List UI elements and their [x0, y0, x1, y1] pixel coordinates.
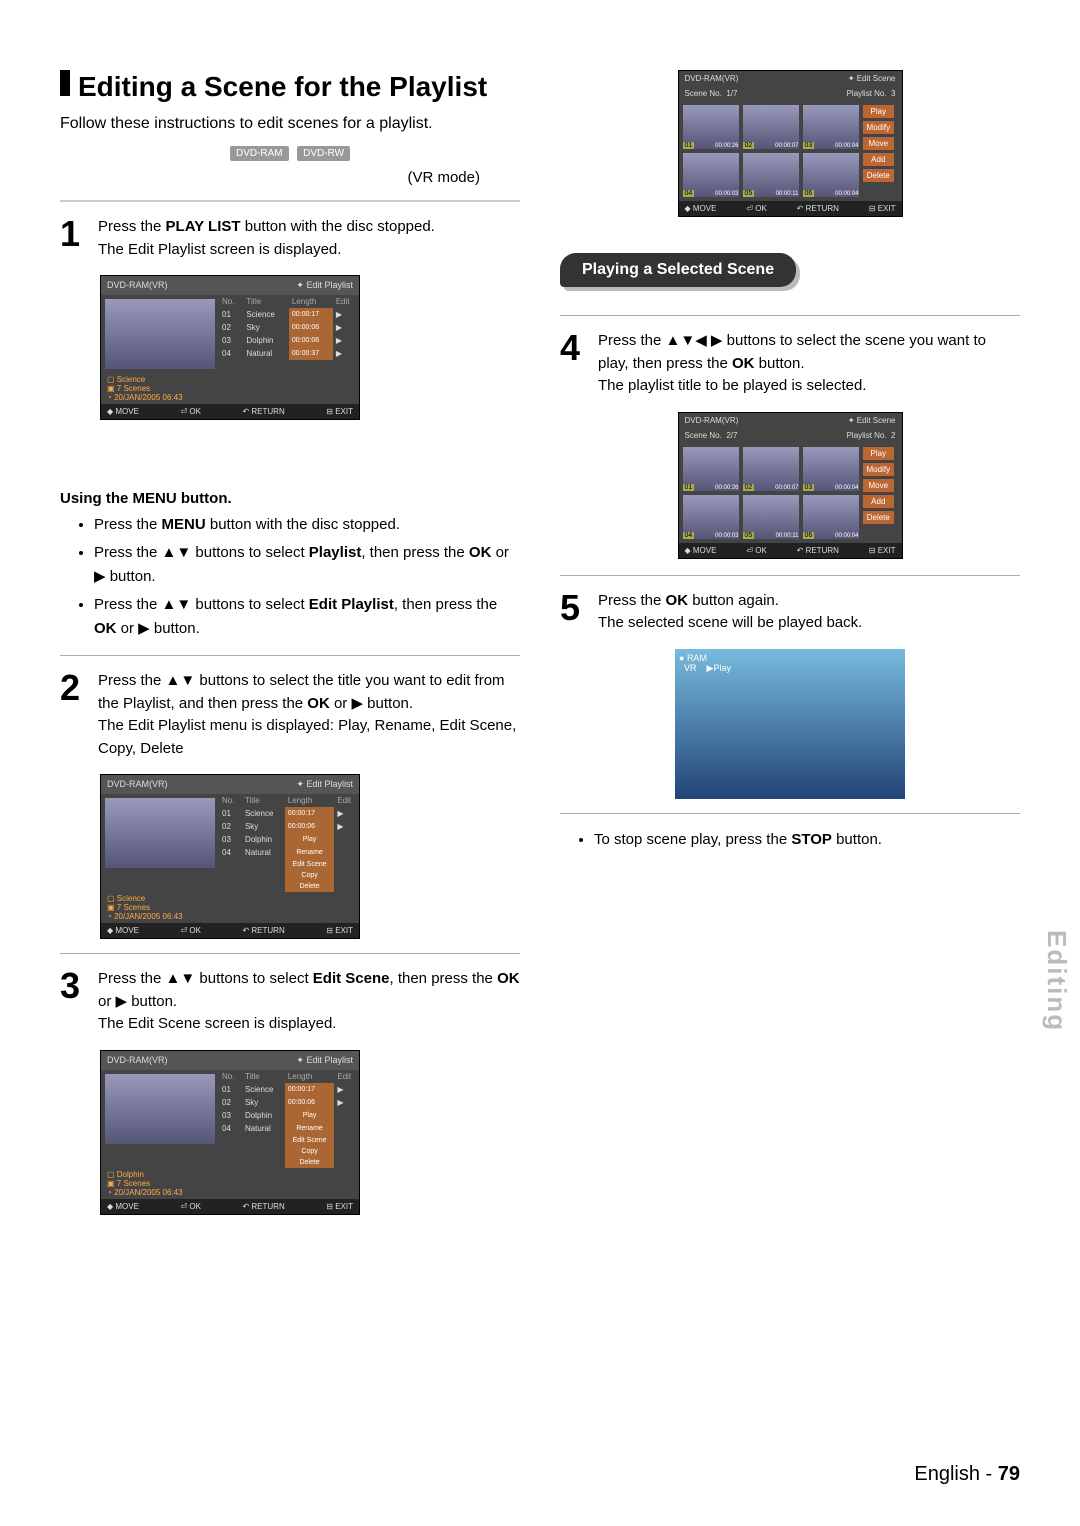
- menu-subhead: Using the MENU button.: [60, 490, 520, 507]
- step-5: 5 Press the OK button again. The selecte…: [560, 590, 1020, 635]
- disc-badge-rw: DVD-RW: [297, 146, 350, 161]
- osd-edit-playlist-2: DVD-RAM(VR)✦ Edit Playlist No.TitleLengt…: [100, 774, 360, 939]
- page-footer: English - 79: [914, 1463, 1020, 1486]
- side-tab-editing: Editing: [1041, 930, 1072, 1032]
- divider: [60, 953, 520, 954]
- step-number: 1: [60, 216, 88, 261]
- step-3: 3 Press the ▲▼ buttons to select Edit Sc…: [60, 968, 520, 1036]
- right-column: DVD-RAM(VR)✦ Edit Scene Scene No. 1/7Pla…: [560, 70, 1020, 1225]
- divider: [560, 575, 1020, 576]
- stop-note: To stop scene play, press the STOP butto…: [560, 828, 1020, 852]
- divider: [60, 200, 520, 202]
- osd-thumb: [105, 299, 215, 369]
- title-marker: [60, 70, 70, 96]
- step-text: Press the PLAY LIST button with the disc…: [98, 216, 435, 261]
- divider: [60, 655, 520, 656]
- step-1: 1 Press the PLAY LIST button with the di…: [60, 216, 520, 261]
- divider: [560, 315, 1020, 316]
- playback-thumbnail: ● RAM VR ▶Play: [675, 649, 905, 799]
- step-2: 2 Press the ▲▼ buttons to select the tit…: [60, 670, 520, 760]
- section-pill: Playing a Selected Scene: [560, 253, 796, 287]
- menu-bullets: Press the MENU button with the disc stop…: [60, 513, 520, 641]
- left-column: Editing a Scene for the Playlist Follow …: [60, 70, 520, 1225]
- osd-edit-playlist-1: DVD-RAM(VR)✦ Edit Playlist No.TitleLengt…: [100, 275, 360, 420]
- disc-badges: DVD-RAM DVD-RW: [60, 143, 520, 161]
- intro-text: Follow these instructions to edit scenes…: [60, 115, 520, 133]
- vr-mode-label: (VR mode): [60, 169, 520, 186]
- osd-edit-scene-a: DVD-RAM(VR)✦ Edit Scene Scene No. 1/7Pla…: [678, 70, 903, 217]
- osd-edit-scene-b: DVD-RAM(VR)✦ Edit Scene Scene No. 2/7Pla…: [678, 412, 903, 559]
- divider: [560, 813, 1020, 814]
- disc-badge-ram: DVD-RAM: [230, 146, 289, 161]
- page-title: Editing a Scene for the Playlist: [60, 70, 520, 103]
- osd-edit-playlist-3: DVD-RAM(VR)✦ Edit Playlist No.TitleLengt…: [100, 1050, 360, 1215]
- step-4: 4 Press the ▲▼◀ ▶ buttons to select the …: [560, 330, 1020, 398]
